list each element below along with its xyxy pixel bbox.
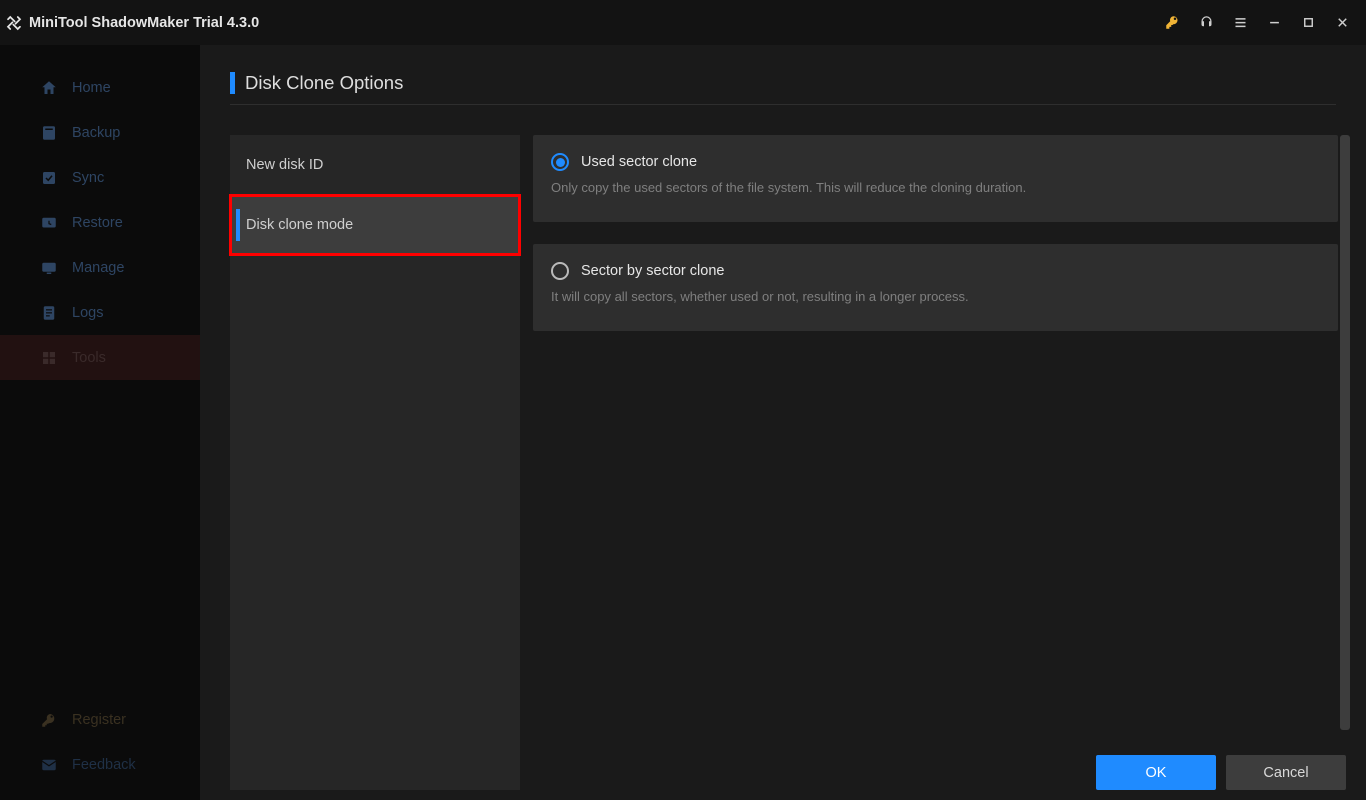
radio-row[interactable]: Used sector clone xyxy=(551,153,1320,171)
sidebar-item-label: Sync xyxy=(72,170,104,186)
radio-label: Used sector clone xyxy=(581,154,697,170)
sidebar-item-sync[interactable]: Sync xyxy=(0,155,200,200)
tools-icon xyxy=(40,349,58,367)
sidebar-item-label: Logs xyxy=(72,305,103,321)
sidebar-item-label: Register xyxy=(72,712,126,728)
sidebar-item-label: Manage xyxy=(72,260,124,276)
options-detail-pane: Used sector clone Only copy the used sec… xyxy=(533,135,1344,790)
main-panel: Disk Clone Options New disk ID Disk clon… xyxy=(200,45,1366,800)
sidebar-nav: Home Backup Sync Restore Manage Logs xyxy=(0,65,200,380)
radio-label: Sector by sector clone xyxy=(581,263,724,279)
dialog-footer: OK Cancel xyxy=(1096,755,1346,790)
minimize-button[interactable] xyxy=(1260,9,1288,37)
sidebar-item-label: Backup xyxy=(72,125,120,141)
cancel-button[interactable]: Cancel xyxy=(1226,755,1346,790)
app-title: MiniTool ShadowMaker Trial 4.3.0 xyxy=(29,15,259,31)
header-accent-bar xyxy=(230,72,235,94)
app-body: Home Backup Sync Restore Manage Logs xyxy=(0,45,1366,800)
logs-icon xyxy=(40,304,58,322)
sidebar-item-label: Home xyxy=(72,80,111,96)
radio-used-sector[interactable] xyxy=(551,153,569,171)
title-bar: MiniTool ShadowMaker Trial 4.3.0 xyxy=(0,0,1366,45)
sidebar-item-home[interactable]: Home xyxy=(0,65,200,110)
option-tab-label: Disk clone mode xyxy=(246,217,353,233)
page-header: Disk Clone Options xyxy=(200,45,1366,104)
activate-key-icon[interactable] xyxy=(1158,9,1186,37)
sidebar-item-feedback[interactable]: Feedback xyxy=(0,742,200,787)
manage-icon xyxy=(40,259,58,277)
radio-description: Only copy the used sectors of the file s… xyxy=(551,179,1320,196)
radio-row[interactable]: Sector by sector clone xyxy=(551,262,1320,280)
support-headset-icon[interactable] xyxy=(1192,9,1220,37)
sidebar-item-label: Restore xyxy=(72,215,123,231)
sidebar-item-label: Tools xyxy=(72,350,106,366)
button-label: Cancel xyxy=(1263,765,1308,781)
menu-icon[interactable] xyxy=(1226,9,1254,37)
app-logo-icon xyxy=(5,14,23,32)
sidebar-item-logs[interactable]: Logs xyxy=(0,290,200,335)
sidebar-bottom: Register Feedback xyxy=(0,697,200,800)
options-tab-list: New disk ID Disk clone mode xyxy=(230,135,520,790)
vertical-scrollbar[interactable] xyxy=(1340,135,1350,730)
sidebar-item-register[interactable]: Register xyxy=(0,697,200,742)
home-icon xyxy=(40,79,58,97)
restore-icon xyxy=(40,214,58,232)
sidebar-item-backup[interactable]: Backup xyxy=(0,110,200,155)
sidebar-item-restore[interactable]: Restore xyxy=(0,200,200,245)
close-button[interactable] xyxy=(1328,9,1356,37)
option-tab-label: New disk ID xyxy=(246,157,323,173)
radio-sector-by-sector[interactable] xyxy=(551,262,569,280)
ok-button[interactable]: OK xyxy=(1096,755,1216,790)
sidebar-item-tools[interactable]: Tools xyxy=(0,335,200,380)
backup-icon xyxy=(40,124,58,142)
option-tab-new-disk-id[interactable]: New disk ID xyxy=(230,135,520,195)
sync-icon xyxy=(40,169,58,187)
sidebar: Home Backup Sync Restore Manage Logs xyxy=(0,45,200,800)
option-tab-disk-clone-mode[interactable]: Disk clone mode xyxy=(230,195,520,255)
title-bar-left: MiniTool ShadowMaker Trial 4.3.0 xyxy=(5,14,259,32)
mail-icon xyxy=(40,756,58,774)
key-icon xyxy=(40,711,58,729)
sidebar-item-manage[interactable]: Manage xyxy=(0,245,200,290)
sidebar-item-label: Feedback xyxy=(72,757,136,773)
clone-mode-card-sector-by-sector: Sector by sector clone It will copy all … xyxy=(533,244,1338,331)
content-area: New disk ID Disk clone mode Used sector … xyxy=(200,105,1366,800)
clone-mode-card-used-sector: Used sector clone Only copy the used sec… xyxy=(533,135,1338,222)
button-label: OK xyxy=(1146,765,1167,781)
title-bar-right xyxy=(1158,9,1356,37)
radio-description: It will copy all sectors, whether used o… xyxy=(551,288,1320,305)
page-title: Disk Clone Options xyxy=(245,72,403,94)
maximize-button[interactable] xyxy=(1294,9,1322,37)
